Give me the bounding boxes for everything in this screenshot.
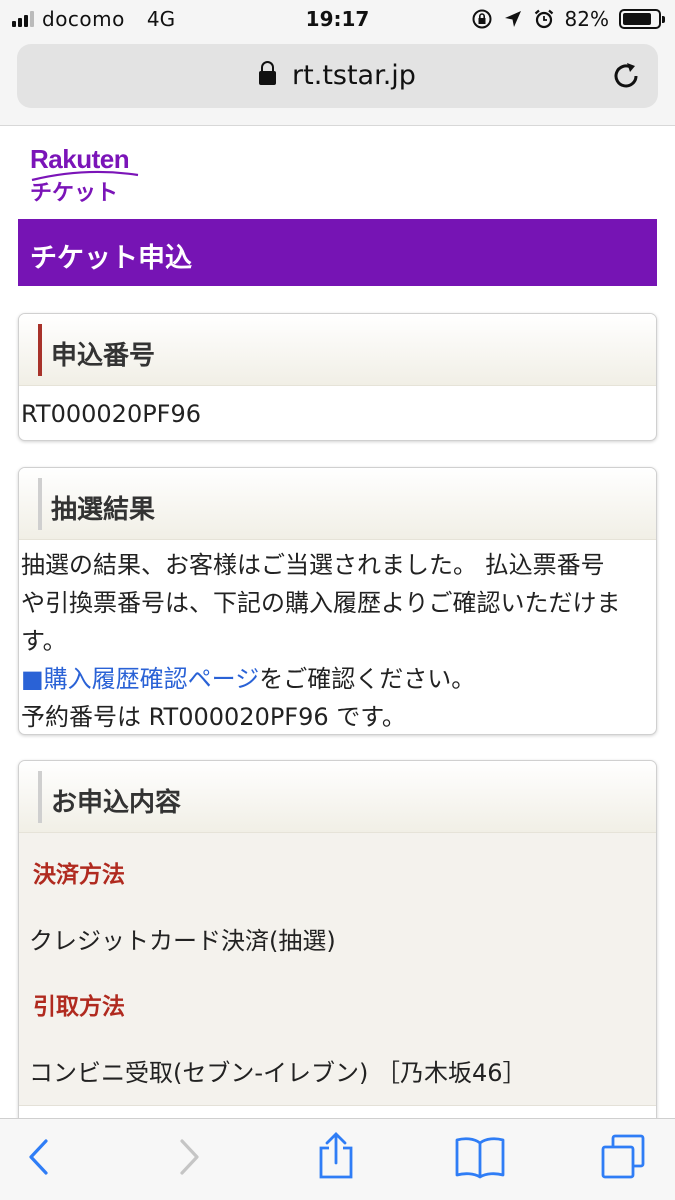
reload-icon[interactable]: [610, 60, 642, 92]
accent-bar: [38, 771, 42, 823]
tabs-icon[interactable]: [600, 1133, 648, 1181]
payment-method-label: 決済方法: [33, 862, 125, 888]
status-right: 82%: [471, 7, 665, 31]
logo-swoosh-icon: [31, 170, 139, 182]
application-details-panel: お申込内容 決済方法 クレジットカード決済(抽選) 引取方法 コンビニ受取(セブ…: [18, 760, 657, 1140]
address-bar[interactable]: rt.tstar.jp: [17, 44, 658, 108]
alarm-icon: [534, 9, 553, 29]
pickup-method-label: 引取方法: [33, 994, 125, 1020]
url-display[interactable]: rt.tstar.jp: [17, 60, 658, 91]
back-icon[interactable]: [26, 1137, 52, 1177]
accent-bar: [38, 324, 42, 376]
lottery-result-text: 抽選の結果、お客様はご当選されました。 払込票番号 や引換票番号は、下記の購入履…: [19, 540, 656, 734]
pickup-method-value: コンビニ受取(セブン-イレブン) ［乃木坂46］: [29, 1059, 527, 1087]
purchase-history-link[interactable]: ■購入履歴確認ページ: [21, 665, 259, 693]
application-number-heading: 申込番号: [51, 341, 156, 371]
payment-method-value: クレジットカード決済(抽選): [29, 927, 336, 955]
lottery-result-panel: 抽選結果 抽選の結果、お客様はご当選されました。 払込票番号 や引換票番号は、下…: [18, 467, 657, 735]
url-text: rt.tstar.jp: [292, 60, 416, 91]
share-icon[interactable]: [316, 1131, 356, 1181]
result-line-1: 抽選の結果、お客様はご当選されました。 払込票番号: [21, 551, 605, 579]
browser-address-area: rt.tstar.jp: [0, 40, 675, 126]
rakuten-ticket-logo[interactable]: Rakuten チケット: [30, 144, 139, 207]
panel-header: お申込内容: [19, 761, 656, 833]
history-link-suffix: をご確認ください。: [259, 665, 476, 693]
history-link-line: ■購入履歴確認ページをご確認ください。: [21, 660, 654, 698]
location-icon: [504, 11, 521, 27]
panel-header: 申込番号: [19, 314, 656, 386]
result-line-2: や引換票番号は、下記の購入履歴よりご確認いただけま: [21, 589, 621, 617]
battery-percent: 82%: [564, 7, 609, 31]
application-details-heading: お申込内容: [51, 788, 182, 818]
result-line-3: す。: [21, 627, 67, 655]
bookmarks-icon[interactable]: [454, 1135, 506, 1179]
page-title: チケット申込: [18, 219, 657, 286]
forward-icon[interactable]: [176, 1137, 202, 1177]
lock-icon: [259, 61, 277, 85]
application-number-panel: 申込番号 RT000020PF96: [18, 313, 657, 441]
status-bar: docomo 4G 19:17 82%: [0, 0, 675, 40]
reservation-number-line: 予約番号は RT000020PF96 です。: [21, 703, 406, 731]
accent-bar: [38, 478, 42, 530]
orientation-lock-icon: [472, 9, 492, 29]
battery-icon: [619, 9, 665, 29]
application-number-value: RT000020PF96: [21, 400, 202, 428]
browser-toolbar: [0, 1118, 675, 1200]
lottery-result-heading: 抽選結果: [51, 495, 156, 525]
panel-header: 抽選結果: [19, 468, 656, 540]
